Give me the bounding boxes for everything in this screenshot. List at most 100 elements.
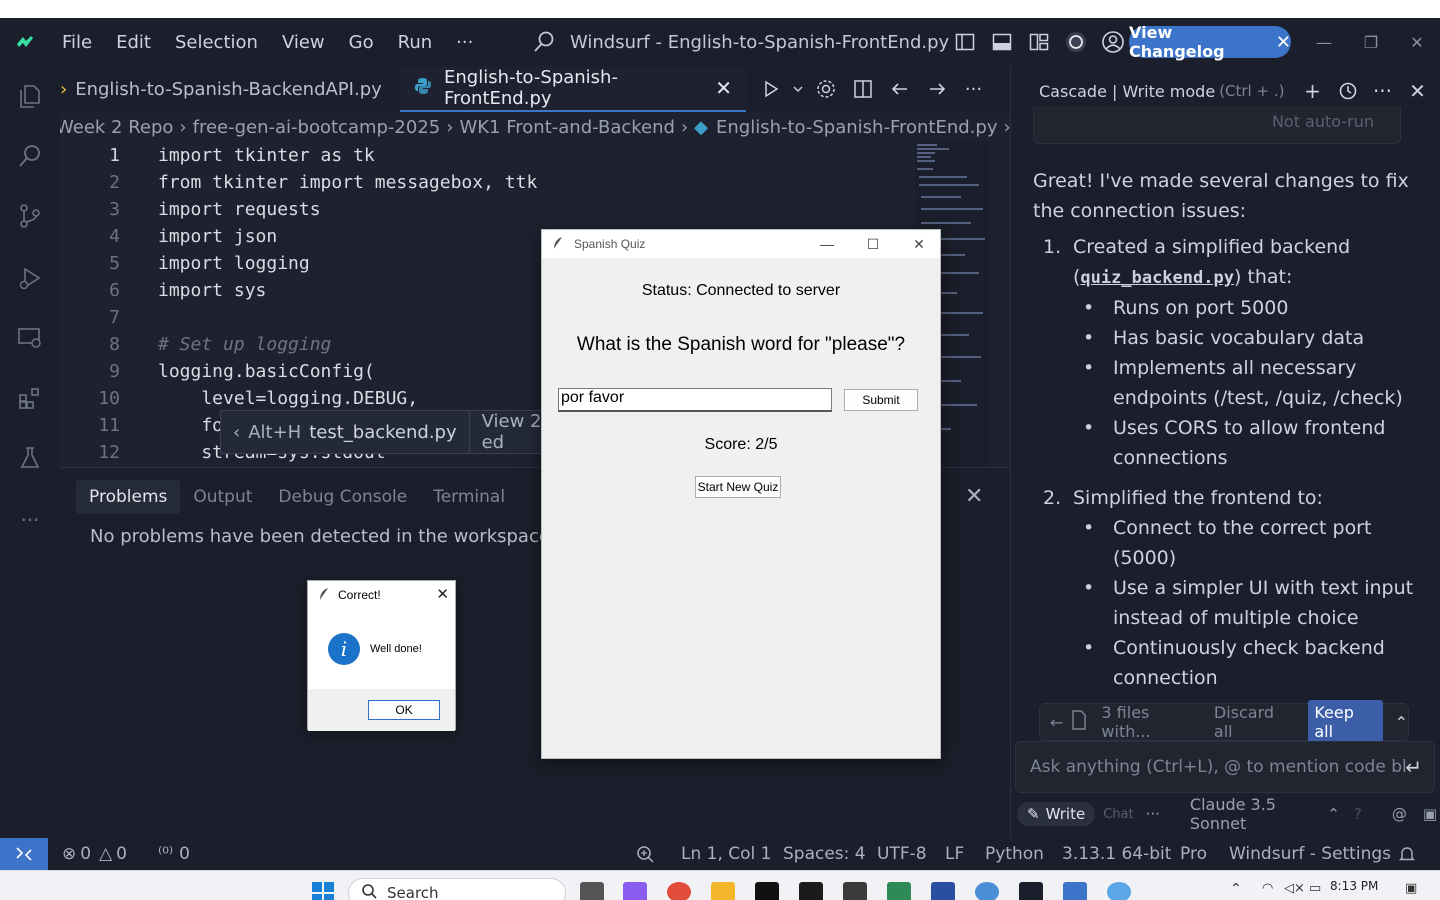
tab-backend-api[interactable]: › English-to-Spanish-BackendAPI.py bbox=[60, 66, 400, 112]
minimize-icon[interactable]: — bbox=[1301, 18, 1347, 66]
battery-icon[interactable]: ▭ bbox=[1309, 881, 1321, 896]
tab-output[interactable]: Output bbox=[180, 480, 265, 514]
close-icon[interactable]: ✕ bbox=[1276, 32, 1291, 53]
discard-all-button[interactable]: Discard all bbox=[1214, 703, 1296, 741]
tab-problems[interactable]: Problems bbox=[76, 480, 181, 514]
tab-terminal[interactable]: Terminal bbox=[420, 480, 518, 514]
start-new-quiz-button[interactable]: Start New Quiz bbox=[695, 476, 781, 498]
answer-input[interactable]: por favor bbox=[558, 388, 832, 412]
breadcrumb-item[interactable]: English-to-Spanish-FrontEnd.py bbox=[716, 117, 998, 138]
close-icon[interactable]: ✕ bbox=[965, 484, 983, 509]
windsurf-app-icon[interactable] bbox=[1019, 882, 1043, 900]
indentation[interactable]: Spaces: 4 bbox=[783, 838, 866, 870]
chevron-up-icon[interactable]: ⌃ bbox=[1395, 713, 1408, 732]
chat-mode-button[interactable]: Chat bbox=[1103, 807, 1133, 822]
testing-icon[interactable] bbox=[16, 444, 44, 472]
app-icon[interactable] bbox=[1107, 882, 1131, 900]
close-icon[interactable]: ✕ bbox=[1400, 79, 1435, 103]
clock[interactable]: 8:13 PM bbox=[1330, 879, 1378, 893]
cascade-input[interactable]: Ask anything (Ctrl+L), @ to mention code… bbox=[1015, 741, 1435, 793]
menu-more[interactable]: ··· bbox=[444, 32, 485, 53]
arrow-left-icon[interactable] bbox=[881, 79, 918, 99]
taskbar-search[interactable]: Search bbox=[348, 878, 566, 900]
close-icon[interactable]: ✕ bbox=[436, 585, 449, 603]
zoom-icon[interactable] bbox=[636, 838, 654, 870]
account-icon[interactable] bbox=[1094, 30, 1131, 54]
remote-explorer-icon[interactable] bbox=[16, 324, 44, 352]
windsurf-logo-icon[interactable] bbox=[0, 35, 50, 49]
submit-button[interactable]: Submit bbox=[844, 389, 918, 411]
breadcrumb-item[interactable]: WK1 Front-and-Backend bbox=[459, 117, 674, 138]
arrow-right-icon[interactable] bbox=[918, 79, 955, 99]
view-changelog-button[interactable]: View Changelog ✕ bbox=[1129, 23, 1291, 61]
image-icon[interactable]: ▣ bbox=[1423, 805, 1437, 823]
menu-file[interactable]: File bbox=[50, 32, 104, 53]
ports-status[interactable]: ⁽⁰⁾ 0 bbox=[158, 838, 190, 870]
windows-start-icon[interactable] bbox=[311, 881, 335, 900]
model-selector[interactable]: Claude 3.5 Sonnet bbox=[1190, 795, 1321, 833]
network-icon[interactable]: ◠ bbox=[1262, 881, 1273, 896]
bell-icon[interactable] bbox=[1398, 838, 1416, 870]
more-icon[interactable]: ··· bbox=[16, 506, 44, 534]
copilot-icon[interactable] bbox=[623, 882, 647, 900]
run-icon[interactable] bbox=[752, 80, 789, 98]
line-ending[interactable]: LF bbox=[945, 838, 964, 870]
chevron-up-icon[interactable]: ⌃ bbox=[1327, 805, 1340, 823]
minimize-icon[interactable]: — bbox=[804, 230, 850, 258]
powershell-icon[interactable] bbox=[931, 882, 955, 900]
arrow-left-icon[interactable]: ← bbox=[1050, 713, 1063, 732]
chevron-down-icon[interactable] bbox=[789, 83, 807, 95]
problems-status[interactable]: ⊗ 0 △ 0 bbox=[62, 838, 127, 870]
menu-run[interactable]: Run bbox=[386, 32, 445, 53]
write-mode-button[interactable]: ✎ Write bbox=[1017, 802, 1096, 826]
tab-frontend[interactable]: English-to-Spanish-FrontEnd.py ✕ bbox=[400, 66, 746, 112]
hulu-icon[interactable] bbox=[799, 882, 823, 900]
autorun-dropdown[interactable]: Not auto-run bbox=[1033, 106, 1401, 144]
notification-icon[interactable]: ▣ bbox=[1405, 881, 1417, 896]
toggle-sidebar-icon[interactable] bbox=[946, 32, 983, 52]
run-debug-icon[interactable] bbox=[16, 264, 44, 292]
python-version[interactable]: 3.13.1 64-bit bbox=[1062, 838, 1171, 870]
breadcrumb-item[interactable]: Week 2 Repo bbox=[60, 117, 173, 138]
chrome-icon[interactable] bbox=[667, 882, 691, 900]
restore-icon[interactable]: ❐ bbox=[1348, 18, 1394, 66]
customize-layout-icon[interactable] bbox=[1020, 32, 1057, 52]
close-icon[interactable]: ✕ bbox=[715, 76, 732, 100]
file-link[interactable]: quiz_backend.py bbox=[1080, 268, 1234, 288]
cursor-position[interactable]: Ln 1, Col 1 bbox=[681, 838, 772, 870]
app-icon[interactable] bbox=[887, 882, 911, 900]
plus-icon[interactable]: + bbox=[1295, 79, 1330, 103]
more-icon[interactable]: ··· bbox=[1365, 79, 1400, 103]
history-icon[interactable] bbox=[1330, 81, 1365, 101]
window-close-icon[interactable]: ✕ bbox=[1394, 18, 1440, 66]
plan-badge[interactable]: Pro bbox=[1180, 838, 1207, 870]
gear-icon[interactable] bbox=[807, 78, 844, 100]
maximize-icon[interactable]: ☐ bbox=[850, 230, 896, 258]
tab-debug-console[interactable]: Debug Console bbox=[265, 480, 420, 514]
help-icon[interactable]: ? bbox=[1354, 805, 1362, 823]
menu-selection[interactable]: Selection bbox=[163, 32, 270, 53]
toggle-panel-icon[interactable] bbox=[983, 32, 1020, 52]
volume-icon[interactable]: ◁× bbox=[1284, 881, 1305, 896]
language-mode[interactable]: Python bbox=[985, 838, 1044, 870]
minecraft-icon[interactable] bbox=[843, 882, 867, 900]
breadcrumb-item[interactable]: free-gen-ai-bootcamp-2025 bbox=[193, 117, 441, 138]
menu-view[interactable]: View bbox=[270, 32, 337, 53]
mention-icon[interactable]: @ bbox=[1392, 805, 1407, 823]
task-view-icon[interactable] bbox=[580, 882, 604, 900]
menu-edit[interactable]: Edit bbox=[104, 32, 163, 53]
menu-go[interactable]: Go bbox=[337, 32, 386, 53]
dialog-title-bar[interactable]: Correct! bbox=[308, 581, 455, 609]
source-control-icon[interactable] bbox=[16, 202, 44, 230]
inline-hint[interactable]: ‹ Alt+H test_backend.py View 2 ed bbox=[220, 410, 568, 454]
search-icon[interactable] bbox=[16, 142, 44, 170]
ok-button[interactable]: OK bbox=[368, 700, 440, 720]
file-explorer-icon[interactable] bbox=[711, 882, 735, 900]
keep-all-button[interactable]: Keep all bbox=[1308, 700, 1383, 744]
split-editor-icon[interactable] bbox=[844, 79, 881, 99]
encoding[interactable]: UTF-8 bbox=[877, 838, 927, 870]
chevron-up-icon[interactable]: ⌃ bbox=[1230, 881, 1242, 897]
python-app-icon[interactable] bbox=[1063, 882, 1087, 900]
extensions-icon[interactable] bbox=[16, 384, 44, 412]
chrome-profile-icon[interactable] bbox=[975, 882, 999, 900]
